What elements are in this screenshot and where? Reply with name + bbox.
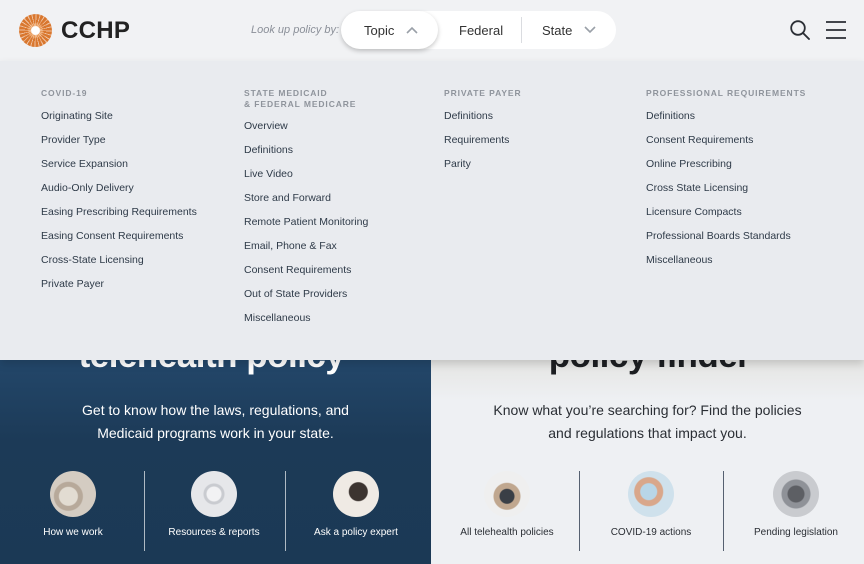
column-medicaid: STATE MEDICAID & FEDERAL MEDICARE Overvi… xyxy=(244,88,368,335)
hero-left-desc-line: Medicaid programs work in your state. xyxy=(97,425,334,441)
covid-link-cross-state[interactable]: Cross-State Licensing xyxy=(41,253,197,277)
medicaid-link-rpm[interactable]: Remote Patient Monitoring xyxy=(244,215,368,239)
column-heading: STATE MEDICAID & FEDERAL MEDICARE xyxy=(244,88,368,109)
hamburger-menu-icon[interactable] xyxy=(825,19,847,41)
medicaid-link-live-video[interactable]: Live Video xyxy=(244,167,368,191)
state-tab[interactable]: State xyxy=(542,11,612,49)
tile-label: COVID-19 actions xyxy=(610,527,692,538)
private-link-definitions[interactable]: Definitions xyxy=(444,109,522,133)
phone-hand-photo-icon xyxy=(484,471,530,517)
private-link-requirements[interactable]: Requirements xyxy=(444,133,522,157)
ask-policy-expert-tile[interactable]: Ask a policy expert xyxy=(284,470,428,538)
policy-finder-panel: policy finder Know what you’re searching… xyxy=(431,360,864,564)
chevron-down-icon xyxy=(584,26,596,34)
column-heading-line: PRIVATE PAYER xyxy=(444,88,522,98)
tile-label: How we work xyxy=(43,527,103,538)
prof-link-compacts[interactable]: Licensure Compacts xyxy=(646,205,806,229)
sunburst-logo-icon xyxy=(19,14,52,47)
prof-link-definitions[interactable]: Definitions xyxy=(646,109,806,133)
column-covid: COVID-19 Originating Site Provider Type … xyxy=(41,88,197,301)
tile-label: Pending legislation xyxy=(754,527,838,538)
covid-photo-icon xyxy=(628,471,674,517)
column-private-payer: PRIVATE PAYER Definitions Requirements P… xyxy=(444,88,522,181)
covid-link-service-expansion[interactable]: Service Expansion xyxy=(41,157,197,181)
hero-left-title: telehealth policy xyxy=(0,360,431,376)
tile-label: Resources & reports xyxy=(168,527,260,538)
site-header: CCHP Look up policy by: Topic Federal St… xyxy=(0,0,864,61)
resources-reports-tile[interactable]: Resources & reports xyxy=(142,470,286,538)
lookup-label: Look up policy by: xyxy=(251,24,340,36)
hero-right-description: Know what you’re searching for? Find the… xyxy=(471,399,824,445)
column-professional: PROFESSIONAL REQUIREMENTS Definitions Co… xyxy=(646,88,806,277)
telehealth-policy-panel: telehealth policy Get to know how the la… xyxy=(0,360,431,564)
justice-statue-photo-icon xyxy=(773,471,819,517)
medicaid-link-email-phone-fax[interactable]: Email, Phone & Fax xyxy=(244,239,368,263)
gavel-photo-icon xyxy=(333,471,379,517)
hero-left-desc-line: Get to know how the laws, regulations, a… xyxy=(82,402,349,418)
column-heading-line: COVID-19 xyxy=(41,88,88,98)
medicaid-link-out-of-state[interactable]: Out of State Providers xyxy=(244,287,368,311)
toggle-divider xyxy=(521,17,522,43)
logo-text: CCHP xyxy=(61,16,131,44)
tile-label: All telehealth policies xyxy=(460,527,554,538)
covid-link-originating-site[interactable]: Originating Site xyxy=(41,109,197,133)
column-heading-line: STATE MEDICAID xyxy=(244,88,328,98)
policy-lookup-toggle: Topic Federal State xyxy=(341,11,616,49)
federal-tab-label: Federal xyxy=(459,22,504,38)
column-heading: PRIVATE PAYER xyxy=(444,88,522,99)
covid-link-provider-type[interactable]: Provider Type xyxy=(41,133,197,157)
covid-link-private-payer[interactable]: Private Payer xyxy=(41,277,197,301)
column-heading: PROFESSIONAL REQUIREMENTS xyxy=(646,88,806,99)
covid-actions-tile[interactable]: COVID-19 actions xyxy=(579,470,723,538)
covid-link-audio-only[interactable]: Audio-Only Delivery xyxy=(41,181,197,205)
column-heading: COVID-19 xyxy=(41,88,197,99)
column-heading-line: & FEDERAL MEDICARE xyxy=(244,98,357,109)
pending-legislation-tile[interactable]: Pending legislation xyxy=(724,470,864,538)
hero-right-tiles: All telehealth policies COVID-19 actions… xyxy=(431,470,864,551)
prof-link-misc[interactable]: Miscellaneous xyxy=(646,253,806,277)
glasses-photo-icon xyxy=(191,471,237,517)
prof-link-cross-state[interactable]: Cross State Licensing xyxy=(646,181,806,205)
state-tab-label: State xyxy=(542,22,573,38)
all-telehealth-policies-tile[interactable]: All telehealth policies xyxy=(435,470,579,538)
how-we-work-tile[interactable]: How we work xyxy=(1,470,145,538)
hero-right-title: policy finder xyxy=(431,360,864,376)
column-heading-line: PROFESSIONAL REQUIREMENTS xyxy=(646,88,807,98)
prof-link-consent[interactable]: Consent Requirements xyxy=(646,133,806,157)
hero-left-tiles: How we work Resources & reports Ask a po… xyxy=(0,470,431,551)
hero-left-description: Get to know how the laws, regulations, a… xyxy=(40,399,391,445)
covid-link-easing-consent[interactable]: Easing Consent Requirements xyxy=(41,229,197,253)
tile-label: Ask a policy expert xyxy=(314,527,398,538)
medicaid-link-definitions[interactable]: Definitions xyxy=(244,143,368,167)
cchp-logo[interactable]: CCHP xyxy=(19,14,130,47)
chevron-up-icon xyxy=(406,26,418,34)
medicaid-link-misc[interactable]: Miscellaneous xyxy=(244,311,368,335)
medicaid-link-store-forward[interactable]: Store and Forward xyxy=(244,191,368,215)
topic-tab-label: Topic xyxy=(364,22,395,38)
prof-link-online-prescribing[interactable]: Online Prescribing xyxy=(646,157,806,181)
hero-right-desc-line: Know what you’re searching for? Find the… xyxy=(493,402,802,418)
federal-tab[interactable]: Federal xyxy=(459,11,519,49)
private-link-parity[interactable]: Parity xyxy=(444,157,522,181)
handshake-photo-icon xyxy=(50,471,96,517)
medicaid-link-consent[interactable]: Consent Requirements xyxy=(244,263,368,287)
topic-dropdown-panel: COVID-19 Originating Site Provider Type … xyxy=(0,61,864,360)
prof-link-boards[interactable]: Professional Boards Standards xyxy=(646,229,806,253)
covid-link-easing-prescribing[interactable]: Easing Prescribing Requirements xyxy=(41,205,197,229)
topic-tab[interactable]: Topic xyxy=(341,11,438,49)
search-icon[interactable] xyxy=(789,19,811,41)
hero-right-desc-line: and regulations that impact you. xyxy=(548,425,747,441)
medicaid-link-overview[interactable]: Overview xyxy=(244,119,368,143)
